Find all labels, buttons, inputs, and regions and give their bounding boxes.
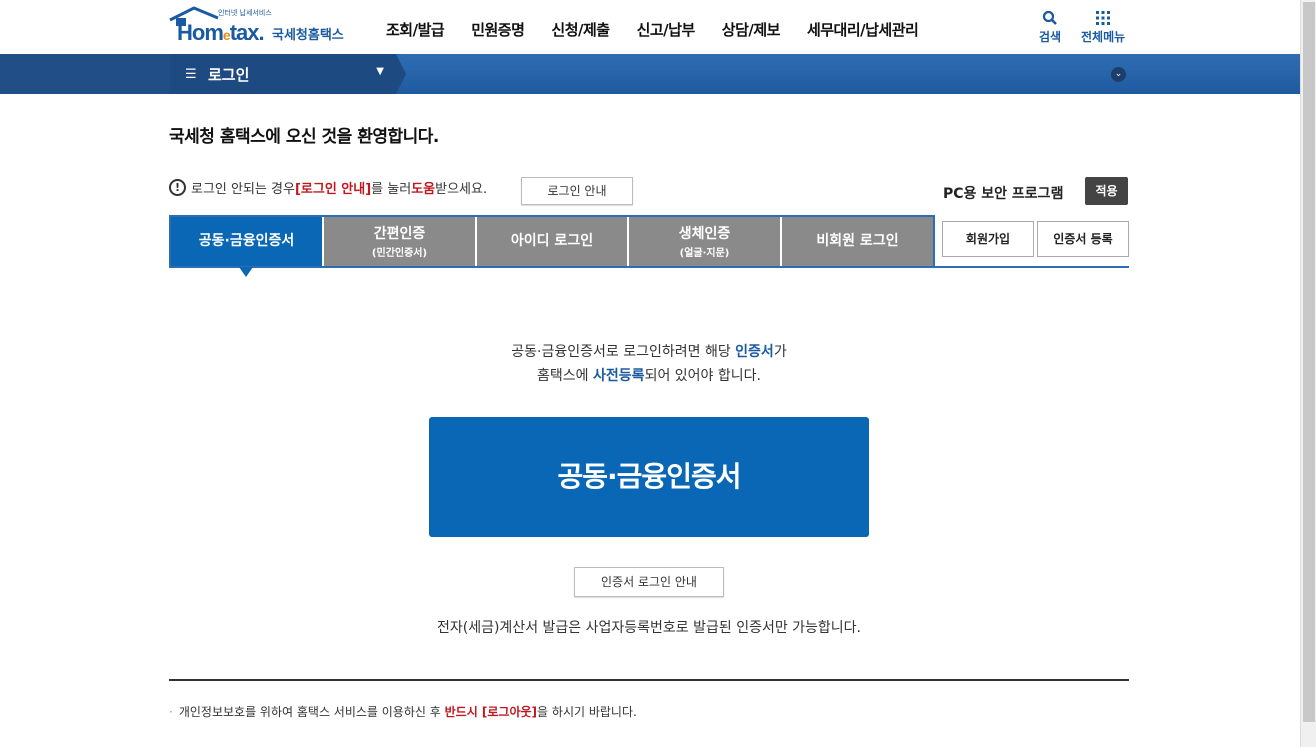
tab-biometric-sub: (얼굴·지문) <box>679 248 730 259</box>
info-line2-b: 되어 있어야 합니다. <box>644 368 761 384</box>
info-line2-a: 홈택스에 <box>537 368 594 384</box>
welcome-title: 국세청 홈택스에 오신 것을 환영합니다. <box>169 127 439 147</box>
privacy-prefix: 개인정보보호를 위하여 홈택스 서비스를 이용하신 후 <box>178 705 445 719</box>
invoice-note: 전자(세금)계산서 발급은 사업자등록번호로 발급된 인증서만 가능합니다. <box>436 620 862 636</box>
privacy-notice: · 개인정보보호를 위하여 홈택스 서비스를 이용하신 후 반드시 [로그아웃]을… <box>169 703 637 720</box>
joint-cert-login-button[interactable]: 공동·금융인증서 <box>429 417 869 537</box>
nav-item-consult[interactable]: 상담/제보 <box>722 19 781 40</box>
tab-guest-login[interactable]: 비회원 로그인 <box>782 217 933 267</box>
tab-id-login[interactable]: 아이디 로그인 <box>477 217 627 267</box>
divider <box>169 679 1129 681</box>
notice-text-mid: 를 눌러 <box>371 182 412 197</box>
info-line1-blue: 인증서 <box>735 344 774 360</box>
cert-info-line1: 공동·금융인증서로 로그인하려면 해당 인증서가 <box>169 340 1129 364</box>
login-notice: ! 로그인 안되는 경우 [로그인 안내] 를 눌러 도움 받으세요. <box>169 178 487 197</box>
caret-down-icon: ▼ <box>376 66 384 77</box>
menu-dropdown[interactable]: ☰ 로그인 ▼ <box>170 54 396 94</box>
tab-biometric-label: 생체인증 <box>678 226 731 242</box>
active-tab-pointer <box>239 267 253 277</box>
vertical-scrollbar[interactable] <box>1300 0 1316 747</box>
privacy-suffix: 을 하시기 바랍니다. <box>537 705 637 719</box>
tab-joint-cert-label: 공동·금융인증서 <box>198 233 295 249</box>
notice-login-guide-link: [로그인 안내] <box>294 182 372 197</box>
expand-circle-icon[interactable]: ⌄ <box>1111 67 1126 82</box>
bullet-icon: · <box>169 705 173 719</box>
notice-help-text: 도움 <box>411 182 436 197</box>
cert-info-text: 공동·금융인증서로 로그인하려면 해당 인증서가 홈택스에 사전등록되어 있어야… <box>169 340 1129 388</box>
info-line2-blue: 사전등록 <box>593 368 645 384</box>
grid-menu-icon <box>1096 11 1111 25</box>
header: 인터넷 납세서비스 Hometax. 국세청홈택스 조회/발급 민원증명 신청/… <box>0 0 1300 54</box>
navbar-arrow <box>396 54 406 94</box>
notice-text-prefix: 로그인 안되는 경우 <box>191 182 295 197</box>
signup-button[interactable]: 회원가입 <box>942 221 1034 257</box>
search-icon <box>1042 10 1057 25</box>
info-line1-b: 가 <box>773 344 787 360</box>
nav-item-tax-agent[interactable]: 세무대리/납세관리 <box>807 19 919 40</box>
cert-info-line2: 홈택스에 사전등록되어 있어야 합니다. <box>169 364 1129 388</box>
search-label: 검색 <box>1039 30 1062 44</box>
cert-register-button[interactable]: 인증서 등록 <box>1037 221 1129 257</box>
nav-item-report-pay[interactable]: 신고/납부 <box>637 19 696 40</box>
tab-id-login-label: 아이디 로그인 <box>510 233 594 249</box>
search-button[interactable]: 검색 <box>1039 10 1061 45</box>
cert-login-guide-button[interactable]: 인증서 로그인 안내 <box>574 567 724 597</box>
logo-korean-name: 국세청홈택스 <box>272 28 344 43</box>
scrollbar-thumb[interactable] <box>1303 2 1315 722</box>
notice-text-suffix: 받으세요. <box>435 182 488 197</box>
tab-simple-auth-sub: (민간인증서) <box>371 248 428 259</box>
nav-item-civil-cert[interactable]: 민원증명 <box>471 19 525 40</box>
hamburger-icon: ☰ <box>185 67 197 82</box>
location-bar: ☰ 로그인 ▼ ⌄ <box>0 54 1300 94</box>
all-menu-label: 전체메뉴 <box>1081 30 1126 44</box>
pc-security-label: PC용 보안 프로그램 <box>943 186 1064 202</box>
menu-dropdown-label: 로그인 <box>208 66 250 84</box>
nav-item-apply[interactable]: 신청/제출 <box>551 19 610 40</box>
tab-joint-cert[interactable]: 공동·금융인증서 <box>171 217 322 267</box>
tab-guest-login-label: 비회원 로그인 <box>816 233 899 249</box>
tab-biometric[interactable]: 생체인증 (얼굴·지문) <box>629 217 780 267</box>
global-nav: 조회/발급 민원증명 신청/제출 신고/납부 상담/제보 세무대리/납세관리 <box>386 19 945 40</box>
tab-simple-auth[interactable]: 간편인증 (민간인증서) <box>324 217 475 267</box>
privacy-red: 반드시 [로그아웃] <box>444 705 538 719</box>
login-guide-button[interactable]: 로그인 안내 <box>521 177 633 205</box>
logo-brand: Hometax. <box>177 20 265 45</box>
exclamation-icon: ! <box>169 179 186 196</box>
info-line1-a: 공동·금융인증서로 로그인하려면 해당 <box>511 344 736 360</box>
all-menu-button[interactable]: 전체메뉴 <box>1081 10 1125 45</box>
logo-small-text: 인터넷 납세서비스 <box>218 9 272 17</box>
hometax-logo[interactable]: 인터넷 납세서비스 Hometax. 국세청홈택스 <box>168 6 358 48</box>
navbar-left-block <box>0 54 170 94</box>
tab-simple-auth-label: 간편인증 <box>373 226 426 242</box>
apply-button[interactable]: 적용 <box>1085 177 1128 205</box>
tab-underline <box>169 266 1129 268</box>
nav-item-inquiry[interactable]: 조회/발급 <box>386 19 445 40</box>
